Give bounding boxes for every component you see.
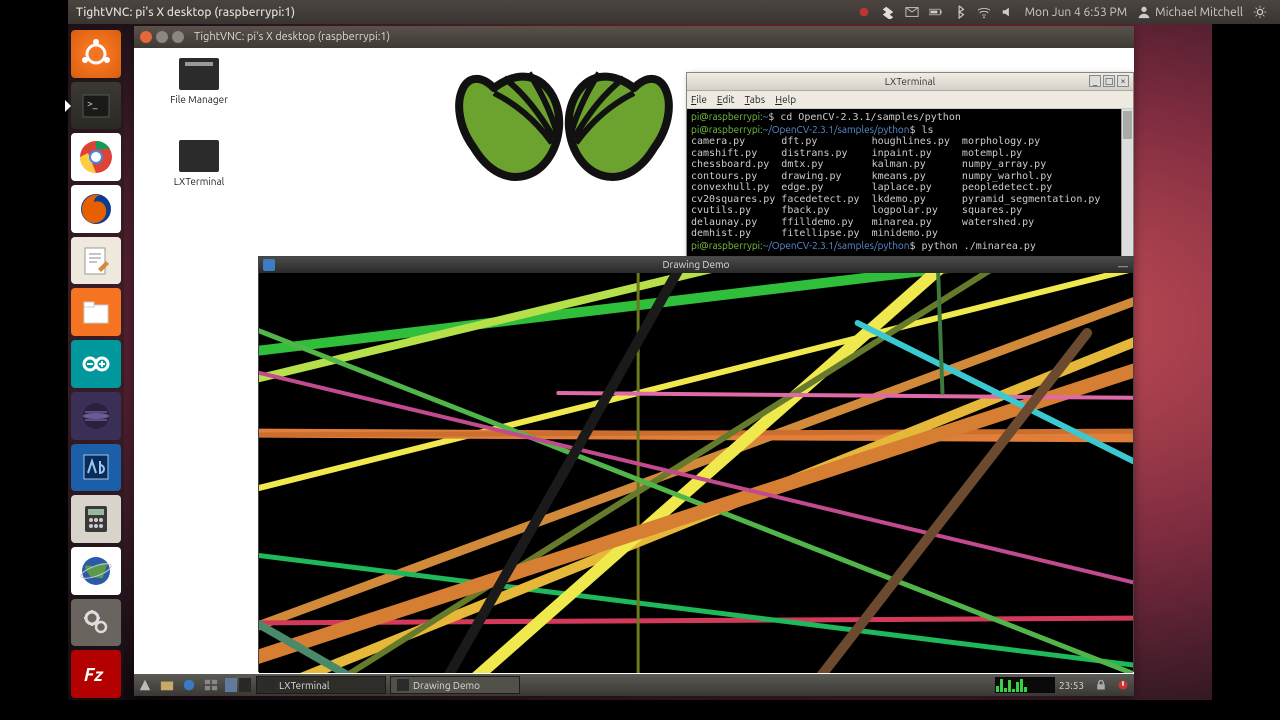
lxterm-maximize-button[interactable]: □: [1103, 75, 1115, 87]
terminal-output[interactable]: pi@raspberrypi:~$ cd OpenCV-2.3.1/sample…: [687, 109, 1133, 277]
launcher-firefox[interactable]: [71, 185, 121, 233]
letterbox-left: [0, 0, 68, 720]
terminal-scrollbar[interactable]: [1121, 109, 1133, 277]
screenlock-icon[interactable]: [1092, 676, 1110, 694]
taskbar-item-drawing-demo[interactable]: Drawing Demo: [390, 676, 520, 694]
menu-file[interactable]: File: [691, 94, 707, 105]
launcher-filezilla[interactable]: Fz: [71, 650, 121, 698]
lxterminal-titlebar[interactable]: LXTerminal _ □ ×: [687, 73, 1133, 91]
unity-launcher: >_ Fz: [68, 24, 124, 700]
launcher-calculator[interactable]: [71, 495, 121, 543]
launcher-virtualbox[interactable]: [71, 444, 121, 492]
window-close-button[interactable]: [140, 31, 152, 43]
drawing-demo-title-label: Drawing Demo: [663, 259, 730, 270]
user-name-label: Michael Mitchell: [1155, 6, 1243, 19]
web-browser-icon[interactable]: [180, 676, 198, 694]
launcher-terminal[interactable]: >_: [71, 82, 121, 130]
logout-icon[interactable]: [1114, 676, 1132, 694]
window-minimize-button[interactable]: [156, 31, 168, 43]
drawing-demo-minimize-button[interactable]: —: [1117, 259, 1129, 271]
launcher-eclipse[interactable]: [71, 392, 121, 440]
clock[interactable]: Mon Jun 4 6:53 PM: [1025, 6, 1128, 19]
launcher-ubuntu-dash[interactable]: [71, 30, 121, 78]
svg-text:Fz: Fz: [84, 665, 104, 685]
dropbox-icon[interactable]: [881, 5, 895, 19]
desktop-icon-lxterminal[interactable]: LXTerminal: [164, 140, 234, 187]
battery-icon[interactable]: [929, 5, 943, 19]
drawing-demo-window: Drawing Demo —: [258, 256, 1134, 672]
svg-text:>_: >_: [87, 98, 98, 109]
ubuntu-top-panel: TightVNC: pi's X desktop (raspberrypi:1)…: [68, 0, 1280, 24]
launcher-arduino[interactable]: [71, 340, 121, 388]
wifi-icon[interactable]: [977, 5, 991, 19]
cpu-monitor[interactable]: [995, 677, 1055, 693]
letterbox-bottom: [0, 700, 1280, 720]
user-menu[interactable]: Michael Mitchell: [1137, 5, 1243, 19]
pi-desktop-background[interactable]: File Manager LXTerminal LXTerminal _ □ × …: [134, 48, 1134, 696]
lxde-menu-button[interactable]: [136, 676, 154, 694]
vnc-title-label: TightVNC: pi's X desktop (raspberrypi:1): [194, 31, 390, 43]
lxterm-close-button[interactable]: ×: [1117, 75, 1129, 87]
launcher-settings[interactable]: [71, 599, 121, 647]
mail-icon[interactable]: [905, 5, 919, 19]
launcher-chrome[interactable]: [71, 133, 121, 181]
lxterminal-menubar: File Edit Tabs Help: [687, 91, 1133, 109]
lxterminal-title-label: LXTerminal: [885, 76, 936, 87]
window-maximize-button[interactable]: [172, 31, 184, 43]
bluetooth-icon[interactable]: [953, 5, 967, 19]
pcmanfm-icon[interactable]: [158, 676, 176, 694]
vnc-remote-desktop[interactable]: File Manager LXTerminal LXTerminal _ □ × …: [134, 48, 1134, 696]
volume-icon[interactable]: [1001, 5, 1015, 19]
drawing-demo-titlebar[interactable]: Drawing Demo —: [259, 257, 1133, 273]
letterbox-right: [1212, 0, 1280, 720]
launcher-google-earth[interactable]: [71, 547, 121, 595]
vnc-viewer-window: TightVNC: pi's X desktop (raspberrypi:1)…: [134, 26, 1134, 696]
desktop-icon-file-manager[interactable]: File Manager: [164, 58, 234, 105]
session-gear-icon[interactable]: [1253, 5, 1267, 19]
drawing-demo-appicon: [263, 259, 275, 271]
launcher-files[interactable]: [71, 288, 121, 336]
vnc-titlebar[interactable]: TightVNC: pi's X desktop (raspberrypi:1): [134, 26, 1134, 48]
raspberry-logo: [434, 48, 694, 248]
iconify-all-icon[interactable]: [202, 676, 220, 694]
lxde-panel: LXTerminalDrawing Demo 23:53: [134, 674, 1134, 696]
menu-edit[interactable]: Edit: [717, 94, 735, 105]
taskbar-item-lxterminal[interactable]: LXTerminal: [256, 676, 386, 694]
active-window-title: TightVNC: pi's X desktop (raspberrypi:1): [76, 6, 295, 19]
panel-clock[interactable]: 23:53: [1059, 680, 1084, 691]
lxterminal-window: LXTerminal _ □ × File Edit Tabs Help pi@ras…: [686, 72, 1134, 278]
desktop-pager[interactable]: [224, 676, 252, 694]
recording-icon[interactable]: [857, 5, 871, 19]
menu-tabs[interactable]: Tabs: [745, 94, 766, 105]
lxterm-minimize-button[interactable]: _: [1089, 75, 1101, 87]
menu-help[interactable]: Help: [775, 94, 796, 105]
drawing-demo-canvas: [259, 273, 1133, 673]
launcher-gedit[interactable]: [71, 237, 121, 285]
